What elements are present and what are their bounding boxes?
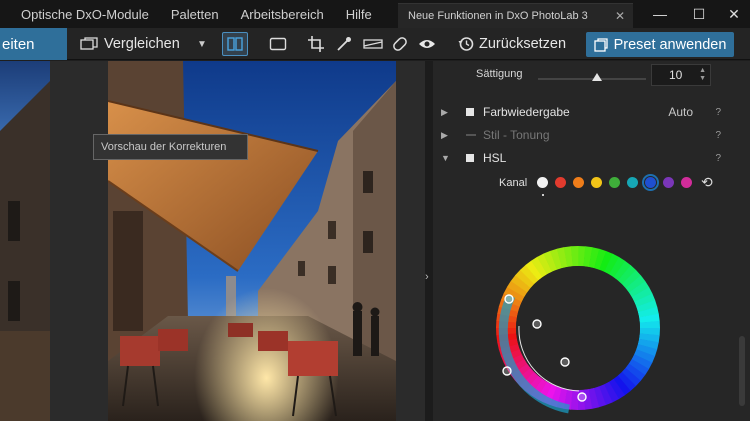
panel-scrollbar[interactable]	[739, 336, 745, 406]
workspace-tab-label: eiten	[2, 35, 35, 53]
section-title: Stil - Tonung	[483, 128, 550, 142]
repair-tool-button[interactable]	[389, 33, 411, 55]
compare-dropdown-icon[interactable]: ▼	[193, 34, 211, 54]
help-icon[interactable]: ?	[715, 130, 721, 141]
corrections-panel: Sättigung 10 ▲ ▼ ▶ Farbwiedergabe Auto ? …	[433, 61, 750, 421]
apply-preset-button[interactable]: Preset anwenden	[586, 32, 734, 57]
saturation-slider-thumb[interactable]	[592, 73, 603, 81]
auto-badge: Auto	[668, 105, 693, 119]
crop-tool-button[interactable]	[305, 33, 327, 55]
close-button[interactable]: ✕	[716, 0, 750, 28]
original-photo	[0, 61, 50, 421]
toolbar: eiten Vergleichen ▼ Zurücksetzen Preset …	[0, 28, 750, 60]
wheel-handle-1[interactable]	[504, 294, 514, 304]
disabled-toggle[interactable]	[466, 134, 476, 136]
compare-label: Vergleichen	[104, 36, 180, 52]
channel-dot-red[interactable]	[555, 177, 566, 188]
channel-dot-magenta[interactable]	[681, 177, 692, 188]
saturation-label: Sättigung	[476, 68, 523, 80]
wheel-handle-5[interactable]	[577, 392, 587, 402]
compare-icon	[80, 37, 98, 50]
compare-button[interactable]: Vergleichen	[80, 33, 180, 55]
document-tab[interactable]: Neue Funktionen in DxO PhotoLab 3 ✕	[398, 3, 633, 28]
minimize-button[interactable]: —	[642, 0, 678, 28]
hsl-color-wheel[interactable]	[491, 241, 666, 421]
preview-tooltip: Vorschau der Korrekturen	[93, 134, 248, 160]
preset-icon	[593, 37, 608, 52]
eye-icon	[419, 40, 435, 48]
channel-dot-blue[interactable]	[642, 174, 659, 191]
channel-dot-all[interactable]	[537, 177, 548, 188]
channel-dot-orange[interactable]	[573, 177, 584, 188]
section-title: Farbwiedergabe	[483, 105, 570, 119]
menu-optische-module[interactable]: Optische DxO-Module	[0, 7, 160, 22]
saturation-value-field[interactable]: 10 ▲ ▼	[651, 64, 711, 86]
chevron-right-icon: ›	[425, 271, 429, 283]
help-icon[interactable]: ?	[715, 153, 721, 164]
channel-dot-yellow[interactable]	[591, 177, 602, 188]
channel-dot-cyan[interactable]	[627, 177, 638, 188]
reset-button[interactable]: Zurücksetzen	[458, 33, 566, 55]
section-stil-tonung[interactable]: ▶ Stil - Tonung ?	[433, 124, 733, 146]
workspace-tab-button[interactable]: eiten	[0, 28, 67, 60]
history-icon	[458, 37, 474, 51]
panel-collapse-handle[interactable]: ›	[425, 61, 433, 421]
wheel-handle-2[interactable]	[532, 319, 542, 329]
rectangle-tool-button[interactable]	[267, 33, 289, 55]
reset-channel-icon[interactable]: ⟲	[701, 174, 713, 191]
maximize-button[interactable]: ☐	[681, 0, 717, 28]
section-farbwiedergabe[interactable]: ▶ Farbwiedergabe Auto ?	[433, 101, 733, 123]
preview-toggle-button[interactable]	[416, 33, 438, 55]
wheel-handle-3[interactable]	[560, 357, 570, 367]
image-viewer[interactable]: Vorschau der Korrekturen	[0, 61, 425, 421]
document-tab-title: Neue Funktionen in DxO PhotoLab 3	[408, 10, 588, 22]
corrected-photo	[108, 61, 396, 421]
crop-icon	[308, 36, 324, 52]
help-icon[interactable]: ?	[715, 107, 721, 118]
reset-label: Zurücksetzen	[479, 36, 567, 52]
collapse-arrow-icon[interactable]: ▼	[441, 153, 450, 163]
expand-arrow-icon[interactable]: ▶	[441, 107, 448, 118]
wheel-handle-4[interactable]	[502, 366, 512, 376]
split-view-icon	[227, 37, 243, 51]
frame-icon	[269, 37, 287, 51]
bandage-icon	[393, 37, 407, 51]
tab-close-icon[interactable]: ✕	[615, 9, 625, 23]
spin-arrows-icon[interactable]: ▲ ▼	[699, 67, 706, 83]
channel-dot-green[interactable]	[609, 177, 620, 188]
selected-indicator	[542, 194, 544, 196]
saturation-value: 10	[669, 68, 683, 82]
split-view-button[interactable]	[222, 32, 248, 56]
section-title: HSL	[483, 151, 507, 165]
saturation-row: Sättigung 10 ▲ ▼	[433, 61, 733, 91]
channel-label: Kanal	[499, 177, 528, 189]
menu-arbeitsbereich[interactable]: Arbeitsbereich	[230, 7, 335, 22]
section-hsl[interactable]: ▼ HSL ?	[433, 147, 733, 169]
enable-checkbox[interactable]	[466, 108, 474, 116]
eyedropper-tool-button[interactable]	[333, 33, 355, 55]
channel-dot-purple[interactable]	[663, 177, 674, 188]
enable-checkbox[interactable]	[466, 154, 474, 162]
preset-label: Preset anwenden	[613, 36, 727, 53]
eyedropper-icon	[337, 37, 351, 51]
menu-hilfe[interactable]: Hilfe	[335, 7, 383, 22]
menu-bar: Optische DxO-Module Paletten Arbeitsbere…	[0, 0, 750, 28]
expand-arrow-icon[interactable]: ▶	[441, 130, 448, 141]
horizon-tool-button[interactable]	[362, 33, 384, 55]
horizon-icon	[363, 39, 383, 49]
menu-paletten[interactable]: Paletten	[160, 7, 230, 22]
